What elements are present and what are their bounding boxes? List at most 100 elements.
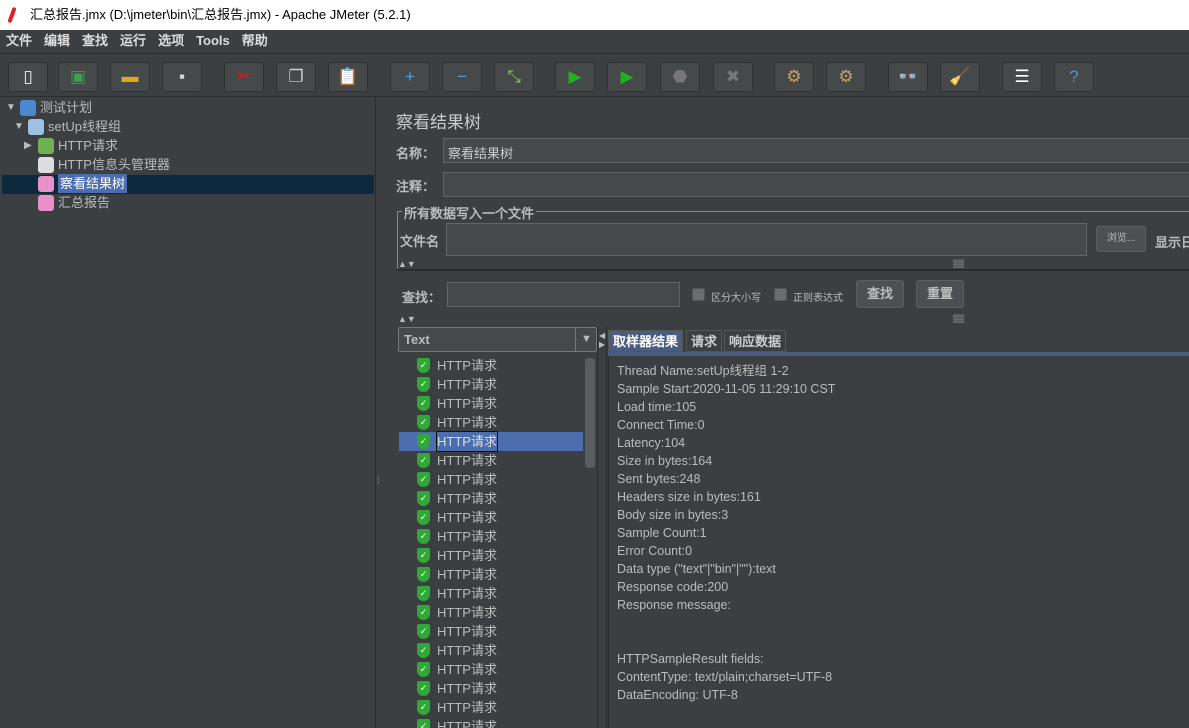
tree-node[interactable]: ▼ 测试计划 xyxy=(6,98,92,117)
tree-node[interactable]: ▼ setUp线程组 xyxy=(14,117,121,136)
result-label: HTTP请求 xyxy=(436,431,498,452)
menu-2[interactable]: 查找 xyxy=(82,30,108,52)
display-label: 显示日 xyxy=(1155,235,1189,250)
find-button[interactable]: 查找 xyxy=(856,280,904,308)
templates-button[interactable]: ▣ xyxy=(58,62,98,92)
start-button[interactable]: ▶ xyxy=(555,62,595,92)
result-item[interactable]: ✓ HTTP请求 xyxy=(399,546,583,565)
function-helper-icon: ☰ xyxy=(1014,67,1030,86)
collapse-arrows-icon[interactable]: ▲▼ xyxy=(398,314,416,324)
collapse-arrows-icon[interactable]: ▲▼ xyxy=(398,259,416,269)
search-button[interactable]: 👓 xyxy=(888,62,928,92)
tree-node[interactable]: 察看结果树 xyxy=(24,174,128,193)
result-item[interactable]: ✓ HTTP请求 xyxy=(399,356,583,375)
result-label: HTTP请求 xyxy=(437,491,497,506)
paste-button[interactable]: 📋 xyxy=(328,62,368,92)
menu-3[interactable]: 运行 xyxy=(120,30,146,52)
save-button[interactable]: ▪ xyxy=(162,62,202,92)
file-group-title: 所有数据写入一个文件 xyxy=(402,203,537,222)
result-item[interactable]: ✓ HTTP请求 xyxy=(399,451,583,470)
copy-button[interactable]: ❐ xyxy=(276,62,316,92)
menu-6[interactable]: 帮助 xyxy=(242,30,268,52)
result-item[interactable]: ✓ HTTP请求 xyxy=(399,375,583,394)
expand-button[interactable]: + xyxy=(390,62,430,92)
result-item[interactable]: ✓ HTTP请求 xyxy=(399,679,583,698)
tab-0[interactable]: 取样器结果 xyxy=(608,330,684,352)
start-no-pause-button[interactable]: ▶ xyxy=(607,62,647,92)
filename-input[interactable] xyxy=(446,223,1087,256)
renderer-select[interactable]: Text ▼ xyxy=(398,327,597,352)
results-scrollbar[interactable] xyxy=(585,358,595,468)
split-grip-icon[interactable]: ▒▒ xyxy=(953,314,964,323)
result-detail-line: Sample Start:2020-11-05 11:29:10 CST xyxy=(617,382,836,396)
result-item[interactable]: ✓ HTTP请求 xyxy=(399,641,583,660)
regex-checkbox[interactable] xyxy=(774,288,787,301)
help-button[interactable]: ? xyxy=(1054,62,1094,92)
results-splitter[interactable]: ◀ ▶ xyxy=(597,327,607,728)
tree-node-label: 汇总报告 xyxy=(58,195,111,210)
function-helper-button[interactable]: ☰ xyxy=(1002,62,1042,92)
success-shield-icon: ✓ xyxy=(417,681,430,696)
result-item[interactable]: ✓ HTTP请求 xyxy=(399,603,583,622)
stop-button[interactable]: ⬣ xyxy=(660,62,700,92)
renderer-value: Text xyxy=(404,332,430,347)
result-label: HTTP请求 xyxy=(437,681,497,696)
menu-0[interactable]: 文件 xyxy=(6,30,32,52)
result-item[interactable]: ✓ HTTP请求 xyxy=(399,622,583,641)
result-item[interactable]: ✓ HTTP请求 xyxy=(399,698,583,717)
toggle-button[interactable]: ⤡ xyxy=(494,62,534,92)
cut-button[interactable]: ✂ xyxy=(224,62,264,92)
result-label: HTTP请求 xyxy=(437,453,497,468)
comment-input[interactable] xyxy=(443,172,1189,197)
menu-4[interactable]: 选项 xyxy=(158,30,184,52)
name-input[interactable]: 察看结果树 xyxy=(443,138,1189,163)
clear-button[interactable]: ⚙ xyxy=(774,62,814,92)
splitter-handle[interactable]: ⁞ xyxy=(376,98,386,728)
chevron-down-icon[interactable]: ▼ xyxy=(575,328,597,351)
result-item[interactable]: ✓ HTTP请求 xyxy=(399,413,583,432)
split-grip-icon[interactable]: ▒▒ xyxy=(953,259,964,268)
result-item[interactable]: ✓ HTTP请求 xyxy=(399,470,583,489)
expander-icon[interactable]: ▶ xyxy=(24,136,34,155)
reset-button[interactable]: 重置 xyxy=(916,280,964,308)
result-detail-line: Data type ("text"|"bin"|""):text xyxy=(617,562,776,576)
result-detail-line: DataEncoding: UTF-8 xyxy=(617,688,738,702)
result-item[interactable]: ✓ HTTP请求 xyxy=(399,565,583,584)
shutdown-button[interactable]: ✖ xyxy=(713,62,753,92)
tab-2[interactable]: 响应数据 xyxy=(724,330,787,352)
result-item[interactable]: ✓ HTTP请求 xyxy=(399,584,583,603)
result-item[interactable]: ✓ HTTP请求 xyxy=(399,527,583,546)
reset-search-button[interactable]: 🧹 xyxy=(940,62,980,92)
collapse-button[interactable]: − xyxy=(442,62,482,92)
page-title: 察看结果树 xyxy=(396,113,481,132)
paste-icon: 📋 xyxy=(337,67,359,86)
tree-node-label: HTTP信息头管理器 xyxy=(58,157,170,172)
result-item[interactable]: ✓ HTTP请求 xyxy=(399,660,583,679)
result-item[interactable]: ✓ HTTP请求 xyxy=(399,508,583,527)
tree-node[interactable]: ▶ HTTP请求 xyxy=(24,136,118,155)
result-detail-line: Thread Name:setUp线程组 1-2 xyxy=(617,364,789,378)
result-item[interactable]: ✓ HTTP请求 xyxy=(399,431,583,452)
result-detail-line: Size in bytes:164 xyxy=(617,454,713,468)
menu-5[interactable]: Tools xyxy=(196,30,230,52)
success-shield-icon: ✓ xyxy=(417,719,430,728)
tab-1[interactable]: 请求 xyxy=(686,330,723,352)
expander-icon[interactable]: ▼ xyxy=(14,117,24,136)
case-sensitive-checkbox[interactable] xyxy=(692,288,705,301)
open-button[interactable]: ▬ xyxy=(110,62,150,92)
result-label: HTTP请求 xyxy=(437,510,497,525)
result-item[interactable]: ✓ HTTP请求 xyxy=(399,489,583,508)
result-label: HTTP请求 xyxy=(437,377,497,392)
success-shield-icon: ✓ xyxy=(417,510,430,525)
expander-icon[interactable]: ▼ xyxy=(6,98,16,117)
result-item[interactable]: ✓ HTTP请求 xyxy=(399,717,583,728)
search-input[interactable] xyxy=(447,282,680,307)
menu-1[interactable]: 编辑 xyxy=(44,30,70,52)
clear-all-button[interactable]: ⚙ xyxy=(826,62,866,92)
tree-node[interactable]: 汇总报告 xyxy=(24,193,110,212)
result-item[interactable]: ✓ HTTP请求 xyxy=(399,394,583,413)
tree-node[interactable]: HTTP信息头管理器 xyxy=(24,155,170,174)
tree-node-label: setUp线程组 xyxy=(48,119,121,134)
new-button[interactable]: ▯ xyxy=(8,62,48,92)
browse-button[interactable]: 浏览... xyxy=(1096,226,1146,252)
